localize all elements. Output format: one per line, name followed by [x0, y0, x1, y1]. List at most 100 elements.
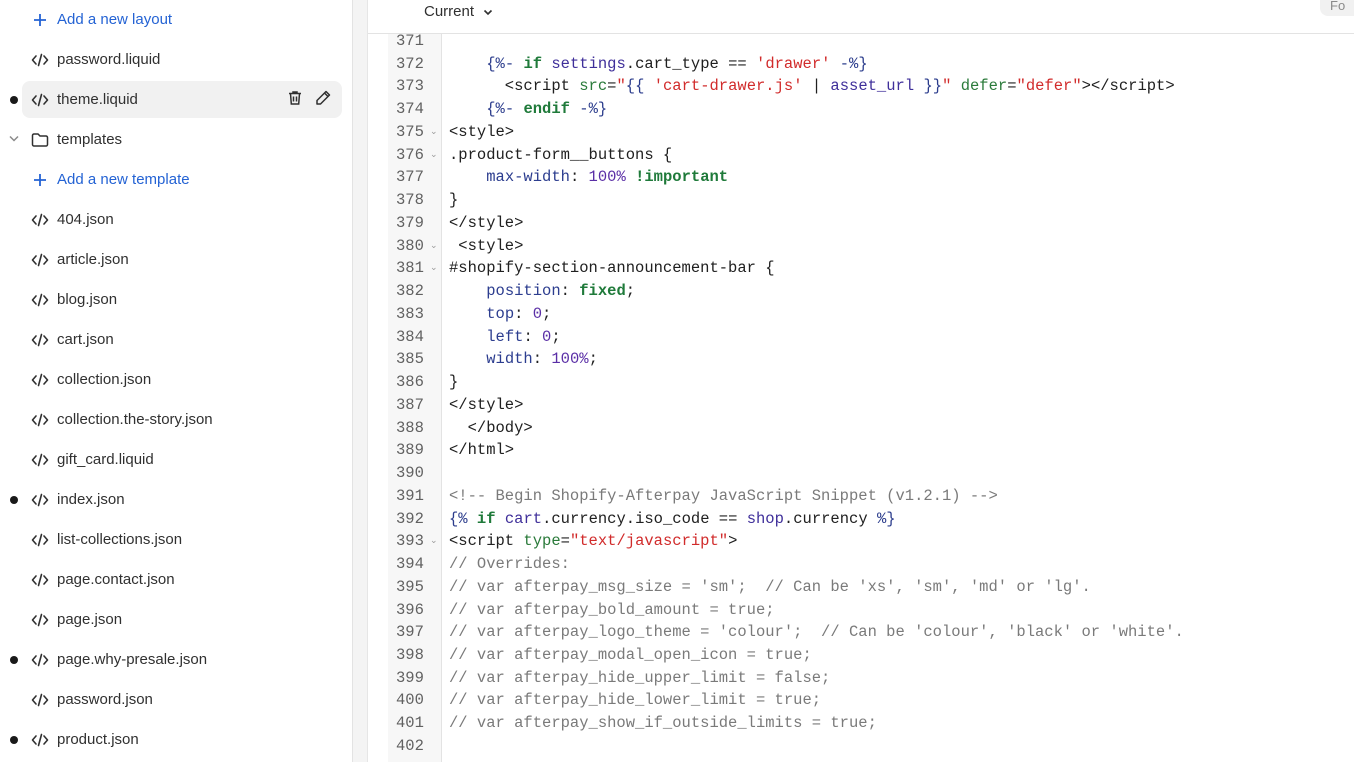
code-token: cart	[504, 509, 543, 528]
fold-chevron-icon[interactable]: ⌄	[430, 121, 438, 144]
code-token: :	[560, 282, 580, 301]
file-item[interactable]: index.json	[10, 481, 342, 518]
code-text: // var afterpay_msg_size = 'sm'; // Can …	[449, 576, 1091, 599]
file-item[interactable]: cart.json	[22, 321, 342, 358]
panel-divider[interactable]	[353, 0, 368, 762]
line-number: 371	[396, 32, 424, 50]
code-file-icon	[30, 690, 50, 710]
code-token: }	[449, 373, 459, 392]
code-text: width: 100%;	[449, 348, 598, 371]
code-token: .currency	[783, 509, 877, 528]
fold-chevron-icon[interactable]: ⌄	[430, 144, 438, 167]
file-item[interactable]: collection.the-story.json	[22, 401, 342, 438]
add-item-link[interactable]: Add a new layout	[22, 1, 342, 38]
code-token: "	[616, 77, 626, 96]
file-item[interactable]: list-collections.json	[22, 521, 342, 558]
code-token: =	[560, 532, 570, 551]
line-number: 384	[396, 327, 424, 346]
item-label: collection.json	[57, 371, 152, 388]
code-token: }}	[923, 77, 943, 96]
code-file-icon	[30, 90, 50, 110]
code-token: if	[523, 54, 543, 73]
file-item[interactable]: page.contact.json	[22, 561, 342, 598]
code-text: <!-- Begin Shopify-Afterpay JavaScript S…	[449, 485, 998, 508]
code-text: {%- if settings.cart_type == 'drawer' -%…	[449, 53, 867, 76]
code-token: <style>	[449, 122, 515, 141]
item-label: templates	[57, 131, 123, 148]
code-token: -%}	[579, 100, 608, 119]
editor-header: Current Fo	[368, 0, 1354, 34]
unsaved-dot-icon	[10, 735, 18, 744]
code-token: // var afterpay_msg_size = 'sm'; // Can …	[449, 577, 1091, 596]
code-editor: Current Fo 371 372 {%- if settings.cart_t…	[368, 0, 1354, 762]
chevron-down-icon[interactable]	[8, 131, 20, 148]
code-token: {%-	[486, 54, 515, 73]
code-token: "text/javascript"	[569, 532, 729, 551]
code-token: settings	[551, 54, 626, 73]
line-number: 386	[396, 373, 424, 392]
code-token: 0	[542, 327, 552, 346]
code-token: 'drawer'	[756, 54, 831, 73]
item-label: index.json	[57, 491, 125, 508]
folder-item[interactable]: templates	[9, 121, 342, 158]
fold-chevron-icon[interactable]: ⌄	[430, 235, 438, 258]
code-token: // var afterpay_logo_theme = 'colour'; /…	[449, 623, 1184, 642]
code-token: .currency.iso_code ==	[542, 509, 747, 528]
file-item[interactable]: password.liquid	[22, 41, 342, 78]
file-item[interactable]: article.json	[22, 241, 342, 278]
fold-chevron-icon[interactable]: ⌄	[430, 257, 438, 280]
file-item[interactable]: page.why-presale.json	[10, 641, 342, 678]
code-token: endif	[523, 100, 570, 119]
line-number: 395	[396, 577, 424, 596]
pencil-icon[interactable]	[314, 89, 332, 111]
code-token: </style>	[449, 395, 524, 414]
code-token: <style>	[449, 236, 524, 255]
plus-icon	[30, 170, 50, 190]
code-token: ;	[551, 327, 561, 346]
code-text: </style>	[449, 212, 523, 235]
fold-chevron-icon[interactable]: ⌄	[430, 530, 438, 553]
code-text: <style>	[449, 235, 523, 258]
code-text: max-width: 100% !important	[449, 166, 728, 189]
code-file-icon	[30, 50, 50, 70]
trash-icon[interactable]	[286, 89, 304, 111]
code-token: :	[569, 168, 589, 187]
file-item[interactable]: product.json	[10, 721, 342, 758]
code-token: ></script>	[1081, 77, 1175, 96]
code-token: left	[486, 327, 524, 346]
item-label: blog.json	[57, 291, 118, 308]
code-token: <!-- Begin Shopify-Afterpay JavaScript S…	[449, 486, 998, 505]
code-token: 100%	[588, 168, 626, 187]
file-item[interactable]: 404.json	[22, 201, 342, 238]
file-item[interactable]: blog.json	[22, 281, 342, 318]
item-label: article.json	[57, 251, 129, 268]
code-token: defer	[960, 77, 1008, 96]
line-number: 379	[396, 213, 424, 232]
version-select[interactable]: Current	[424, 3, 494, 20]
code-token: "	[942, 77, 952, 96]
code-text: // Overrides:	[449, 553, 570, 576]
file-item[interactable]: gift_card.liquid	[22, 441, 342, 478]
line-number: 374	[396, 100, 424, 119]
code-text: left: 0;	[449, 326, 561, 349]
file-item[interactable]: password.json	[22, 681, 342, 718]
file-item[interactable]: collection.json	[22, 361, 342, 398]
code-token: {%-	[486, 100, 515, 119]
item-label: collection.the-story.json	[57, 411, 213, 428]
item-label: page.why-presale.json	[57, 651, 208, 668]
code-text: // var afterpay_logo_theme = 'colour'; /…	[449, 621, 1184, 644]
code-token: </html>	[449, 441, 515, 460]
unsaved-dot-icon	[10, 495, 18, 504]
file-item[interactable]: theme.liquid	[10, 81, 342, 118]
line-number: 389	[396, 441, 424, 460]
format-button[interactable]: Fo	[1320, 0, 1354, 16]
code-file-icon	[30, 250, 50, 270]
add-item-link[interactable]: Add a new template	[22, 161, 342, 198]
file-item[interactable]: page.json	[22, 601, 342, 638]
